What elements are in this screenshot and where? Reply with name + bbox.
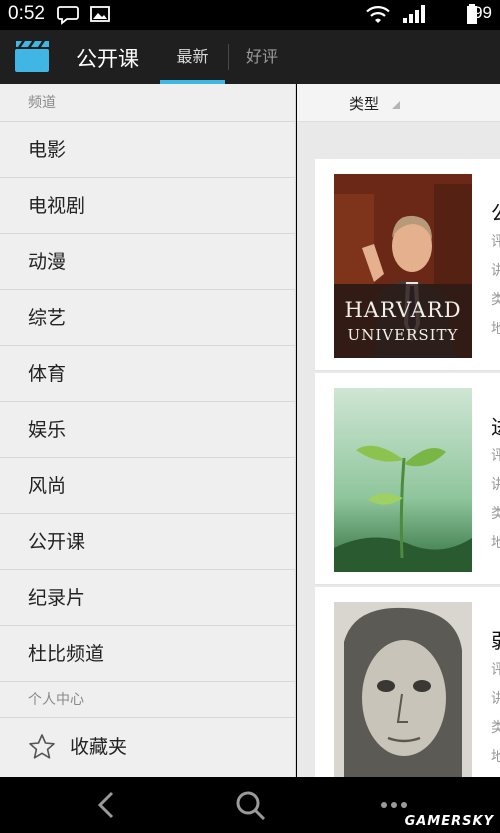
course-thumbnail	[334, 602, 472, 777]
personal-center-header: 个人中心	[0, 682, 295, 718]
wifi-icon	[366, 6, 390, 23]
course-title: 进	[491, 411, 500, 440]
battery-icon	[467, 4, 477, 24]
course-category: 类	[491, 292, 500, 308]
plant-sprout-photo	[334, 388, 472, 572]
signal-icon	[403, 5, 425, 23]
navigation-bar: GAMERSKY	[0, 777, 500, 833]
course-category: 类	[491, 720, 500, 736]
course-card[interactable]: 弱 评 讲 类 地	[315, 587, 500, 777]
navigation-drawer: 频道 电影 电视剧 动漫 综艺 体育 娱乐 风尚 公开课 纪录片 杜比频道 个人…	[0, 84, 296, 777]
portrait-engraving	[334, 602, 472, 777]
course-rating: 评	[491, 234, 500, 250]
tab-latest[interactable]: 最新	[160, 30, 225, 84]
action-bar: 公开课 最新 好评	[0, 30, 500, 84]
dropdown-caret-icon	[392, 101, 400, 109]
course-region: 地	[491, 749, 500, 765]
course-thumbnail: HARVARD UNIVERSITY	[334, 174, 472, 358]
drawer-item-variety[interactable]: 综艺	[0, 290, 295, 346]
course-category: 类	[491, 506, 500, 522]
course-region: 地	[491, 535, 500, 551]
tab-latest-label: 最新	[176, 47, 209, 66]
image-icon	[90, 6, 110, 22]
chat-bubble-icon	[57, 6, 79, 25]
course-rating: 评	[491, 448, 500, 464]
course-lecturer: 讲	[491, 263, 500, 279]
course-lecturer: 讲	[491, 691, 500, 707]
thumbnail-text-line1: HARVARD	[344, 298, 462, 322]
course-card[interactable]: 进 评 讲 类 地	[315, 373, 500, 585]
tab-divider	[228, 44, 229, 70]
clapperboard-icon[interactable]	[14, 39, 50, 73]
course-card[interactable]: HARVARD UNIVERSITY 公 评 讲 类 地	[315, 159, 500, 371]
back-icon[interactable]	[76, 777, 136, 833]
thumbnail-text-line2: UNIVERSITY	[347, 326, 459, 344]
course-region: 地	[491, 321, 500, 337]
channels-header: 频道	[0, 84, 295, 122]
drawer-item-anime[interactable]: 动漫	[0, 234, 295, 290]
course-thumbnail	[334, 388, 472, 572]
status-time: 0:52	[8, 3, 45, 24]
course-rating: 评	[491, 662, 500, 678]
type-filter[interactable]: 类型	[349, 93, 379, 114]
course-lecturer: 讲	[491, 477, 500, 493]
drawer-item-fashion[interactable]: 风尚	[0, 458, 295, 514]
drawer-item-documentary[interactable]: 纪录片	[0, 570, 295, 626]
app-title: 公开课	[76, 47, 139, 71]
search-icon[interactable]	[220, 777, 280, 833]
tab-top-rated-label: 好评	[245, 47, 278, 66]
star-icon	[29, 734, 55, 759]
filter-bar: 类型	[297, 84, 500, 122]
favorites-label: 收藏夹	[70, 736, 128, 758]
drawer-item-entertainment[interactable]: 娱乐	[0, 402, 295, 458]
drawer-item-open-course[interactable]: 公开课	[0, 514, 295, 570]
content-list: 类型 HARVARD UNIVERSITY 公 评 讲 类 地	[297, 84, 500, 777]
status-bar: 0:52 99	[0, 0, 500, 30]
drawer-item-movies[interactable]: 电影	[0, 122, 295, 178]
drawer-item-dolby[interactable]: 杜比频道	[0, 626, 295, 682]
course-title: 公	[491, 197, 500, 226]
drawer-item-tv-series[interactable]: 电视剧	[0, 178, 295, 234]
tab-top-rated[interactable]: 好评	[232, 30, 292, 84]
watermark: GAMERSKY	[404, 814, 494, 829]
course-title: 弱	[491, 625, 500, 654]
drawer-item-favorites[interactable]: 收藏夹	[0, 718, 295, 776]
thumbnail-banner: HARVARD UNIVERSITY	[334, 284, 472, 358]
drawer-item-sports[interactable]: 体育	[0, 346, 295, 402]
